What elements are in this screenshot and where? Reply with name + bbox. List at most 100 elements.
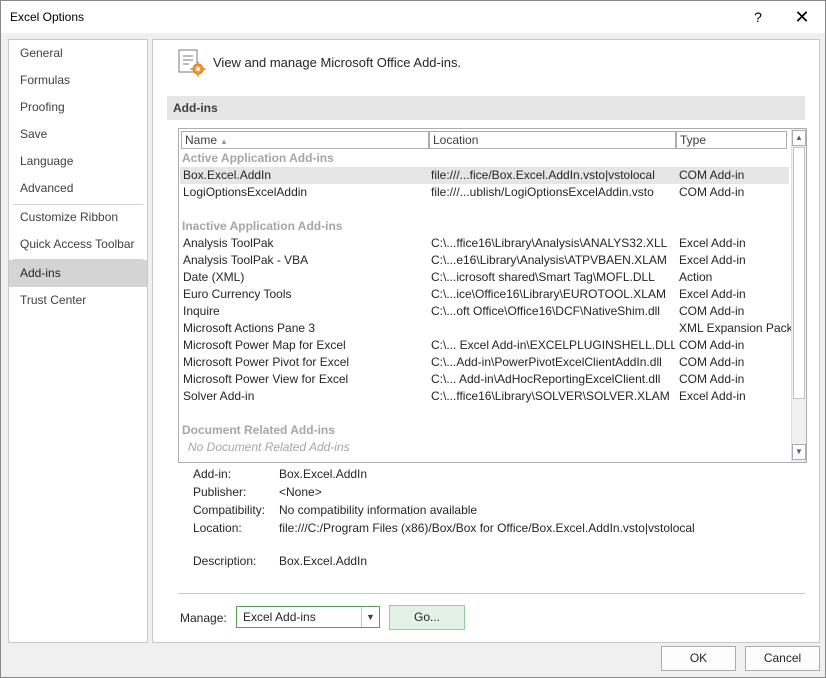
row-name: Box.Excel.AddIn — [183, 168, 272, 182]
compatibility-label: Compatibility: — [193, 503, 266, 517]
row-location: C:\...ffice16\Library\SOLVER\SOLVER.XLAM — [431, 389, 670, 403]
go-button[interactable]: Go... — [389, 605, 465, 630]
location-label: Location: — [193, 521, 242, 535]
row-location: C:\...ffice16\Library\Analysis\ANALYS32.… — [431, 236, 668, 250]
scroll-thumb[interactable] — [793, 147, 805, 399]
cancel-button[interactable]: Cancel — [745, 646, 820, 671]
row-location: C:\...oft Office\Office16\DCF\NativeShim… — [431, 304, 660, 318]
scroll-down-arrow-icon[interactable]: ▼ — [792, 444, 806, 460]
addins-list[interactable]: Name ▲ Location Type Active Application A… — [178, 128, 807, 463]
table-row[interactable]: Euro Currency Tools C:\...ice\Office16\L… — [180, 286, 789, 303]
table-row[interactable]: LogiOptionsExcelAddin file:///...ublish/… — [180, 184, 789, 201]
row-type: Excel Add-in — [679, 253, 746, 267]
title-bar: Excel Options ? ✕ — [1, 1, 825, 33]
row-type: XML Expansion Pack — [679, 321, 791, 335]
sidebar-item-trust-center[interactable]: Trust Center — [9, 287, 147, 314]
sidebar-item-add-ins[interactable]: Add-ins — [9, 260, 147, 287]
row-type: Excel Add-in — [679, 236, 746, 250]
row-name: Microsoft Power View for Excel — [183, 372, 349, 386]
row-location: C:\... Excel Add-in\EXCELPLUGINSHELL.DLL — [431, 338, 675, 352]
row-location: C:\... Add-in\AdHocReportingExcelClient.… — [431, 372, 661, 386]
publisher-label: Publisher: — [193, 485, 247, 499]
sidebar-item-quick-access-toolbar[interactable]: Quick Access Toolbar — [9, 231, 147, 258]
row-type: Excel Add-in — [679, 287, 746, 301]
sidebar-item-advanced[interactable]: Advanced — [9, 175, 147, 202]
sidebar-item-general[interactable]: General — [9, 40, 147, 67]
row-type: COM Add-in — [679, 372, 745, 386]
table-row[interactable]: Solver Add-in C:\...ffice16\Library\SOLV… — [180, 388, 789, 405]
row-type: COM Add-in — [679, 338, 745, 352]
row-name: Microsoft Power Map for Excel — [183, 338, 346, 352]
options-sidebar: General Formulas Proofing Save Language … — [8, 39, 148, 643]
addin-label: Add-in: — [193, 467, 232, 481]
column-header-name[interactable]: Name ▲ — [181, 131, 429, 149]
table-row[interactable]: Microsoft Power View for Excel C:\... Ad… — [180, 371, 789, 388]
row-type: COM Add-in — [679, 185, 745, 199]
row-name: Inquire — [183, 304, 220, 318]
row-name: Microsoft Actions Pane 3 — [183, 321, 316, 335]
sidebar-item-formulas[interactable]: Formulas — [9, 67, 147, 94]
section-header: Add-ins — [167, 96, 805, 120]
row-type: Excel Add-in — [679, 389, 746, 403]
row-location: C:\...Add-in\PowerPivotExcelClientAddIn.… — [431, 355, 662, 369]
group-header-active: Active Application Add-ins — [182, 151, 334, 165]
row-type: COM Add-in — [679, 304, 745, 318]
empty-document-addins: No Document Related Add-ins — [188, 440, 350, 454]
divider — [178, 593, 805, 594]
row-location: file:///...fice/Box.Excel.AddIn.vsto|vst… — [431, 168, 655, 182]
chevron-down-icon[interactable]: ▼ — [361, 607, 379, 627]
column-header-location[interactable]: Location — [429, 131, 676, 149]
table-row[interactable]: Analysis ToolPak C:\...ffice16\Library\A… — [180, 235, 789, 252]
compatibility-value: No compatibility information available — [279, 503, 478, 517]
row-name: Analysis ToolPak — [183, 236, 274, 250]
excel-options-dialog: Excel Options ? ✕ General Formulas Proof… — [0, 0, 826, 678]
row-name: LogiOptionsExcelAddin — [183, 185, 308, 199]
row-name: Analysis ToolPak - VBA — [183, 253, 309, 267]
row-name: Euro Currency Tools — [183, 287, 292, 301]
table-row[interactable]: Date (XML) C:\...icrosoft shared\Smart T… — [180, 269, 789, 286]
row-location: C:\...ice\Office16\Library\EUROTOOL.XLAM — [431, 287, 666, 301]
group-header-inactive: Inactive Application Add-ins — [182, 219, 343, 233]
scroll-up-arrow-icon[interactable]: ▲ — [792, 130, 806, 146]
table-row[interactable]: Inquire C:\...oft Office\Office16\DCF\Na… — [180, 303, 789, 320]
row-name: Microsoft Power Pivot for Excel — [183, 355, 350, 369]
row-location: C:\...e16\Library\Analysis\ATPVBAEN.XLAM — [431, 253, 667, 267]
table-row[interactable]: Microsoft Actions Pane 3 XML Expansion P… — [180, 320, 791, 337]
row-type: Action — [679, 270, 713, 284]
sidebar-item-save[interactable]: Save — [9, 121, 147, 148]
description-value: Box.Excel.AddIn — [279, 554, 368, 568]
sidebar-item-proofing[interactable]: Proofing — [9, 94, 147, 121]
manage-selected-value: Excel Add-ins — [243, 610, 316, 624]
ok-button[interactable]: OK — [661, 646, 736, 671]
row-location: file:///...ublish/LogiOptionsExcelAddin.… — [431, 185, 654, 199]
description-label: Description: — [193, 554, 257, 568]
window-title: Excel Options — [10, 10, 85, 24]
manage-dropdown[interactable]: Excel Add-ins ▼ — [236, 606, 380, 628]
table-row[interactable]: Microsoft Power Map for Excel C:\... Exc… — [180, 337, 789, 354]
column-header-type[interactable]: Type — [676, 131, 787, 149]
manage-label: Manage: — [180, 611, 227, 625]
row-name: Date (XML) — [183, 270, 245, 284]
help-button[interactable]: ? — [745, 5, 771, 29]
addin-value: Box.Excel.AddIn — [279, 467, 368, 481]
publisher-value: <None> — [279, 485, 322, 499]
close-button[interactable]: ✕ — [787, 5, 817, 29]
location-value: file:///C:/Program Files (x86)/Box/Box f… — [279, 521, 695, 535]
addins-gear-icon — [178, 49, 206, 77]
row-type: COM Add-in — [679, 355, 745, 369]
table-row[interactable]: Box.Excel.AddIn file:///...fice/Box.Exce… — [180, 167, 789, 184]
group-header-document: Document Related Add-ins — [182, 423, 335, 437]
sidebar-item-customize-ribbon[interactable]: Customize Ribbon — [9, 204, 147, 231]
row-name: Solver Add-in — [183, 389, 255, 403]
row-type: COM Add-in — [679, 168, 745, 182]
sort-ascending-icon: ▲ — [220, 137, 228, 146]
table-row[interactable]: Analysis ToolPak - VBA C:\...e16\Library… — [180, 252, 789, 269]
page-heading: View and manage Microsoft Office Add-ins… — [213, 55, 462, 70]
column-header-name-label: Name — [185, 133, 218, 147]
section-title: Add-ins — [173, 101, 218, 115]
row-location: C:\...icrosoft shared\Smart Tag\MOFL.DLL — [431, 270, 655, 284]
sidebar-item-language[interactable]: Language — [9, 148, 147, 175]
table-row[interactable]: Microsoft Power Pivot for Excel C:\...Ad… — [180, 354, 789, 371]
addins-panel: View and manage Microsoft Office Add-ins… — [152, 39, 820, 643]
vertical-scrollbar[interactable]: ▲ ▼ — [791, 129, 806, 462]
